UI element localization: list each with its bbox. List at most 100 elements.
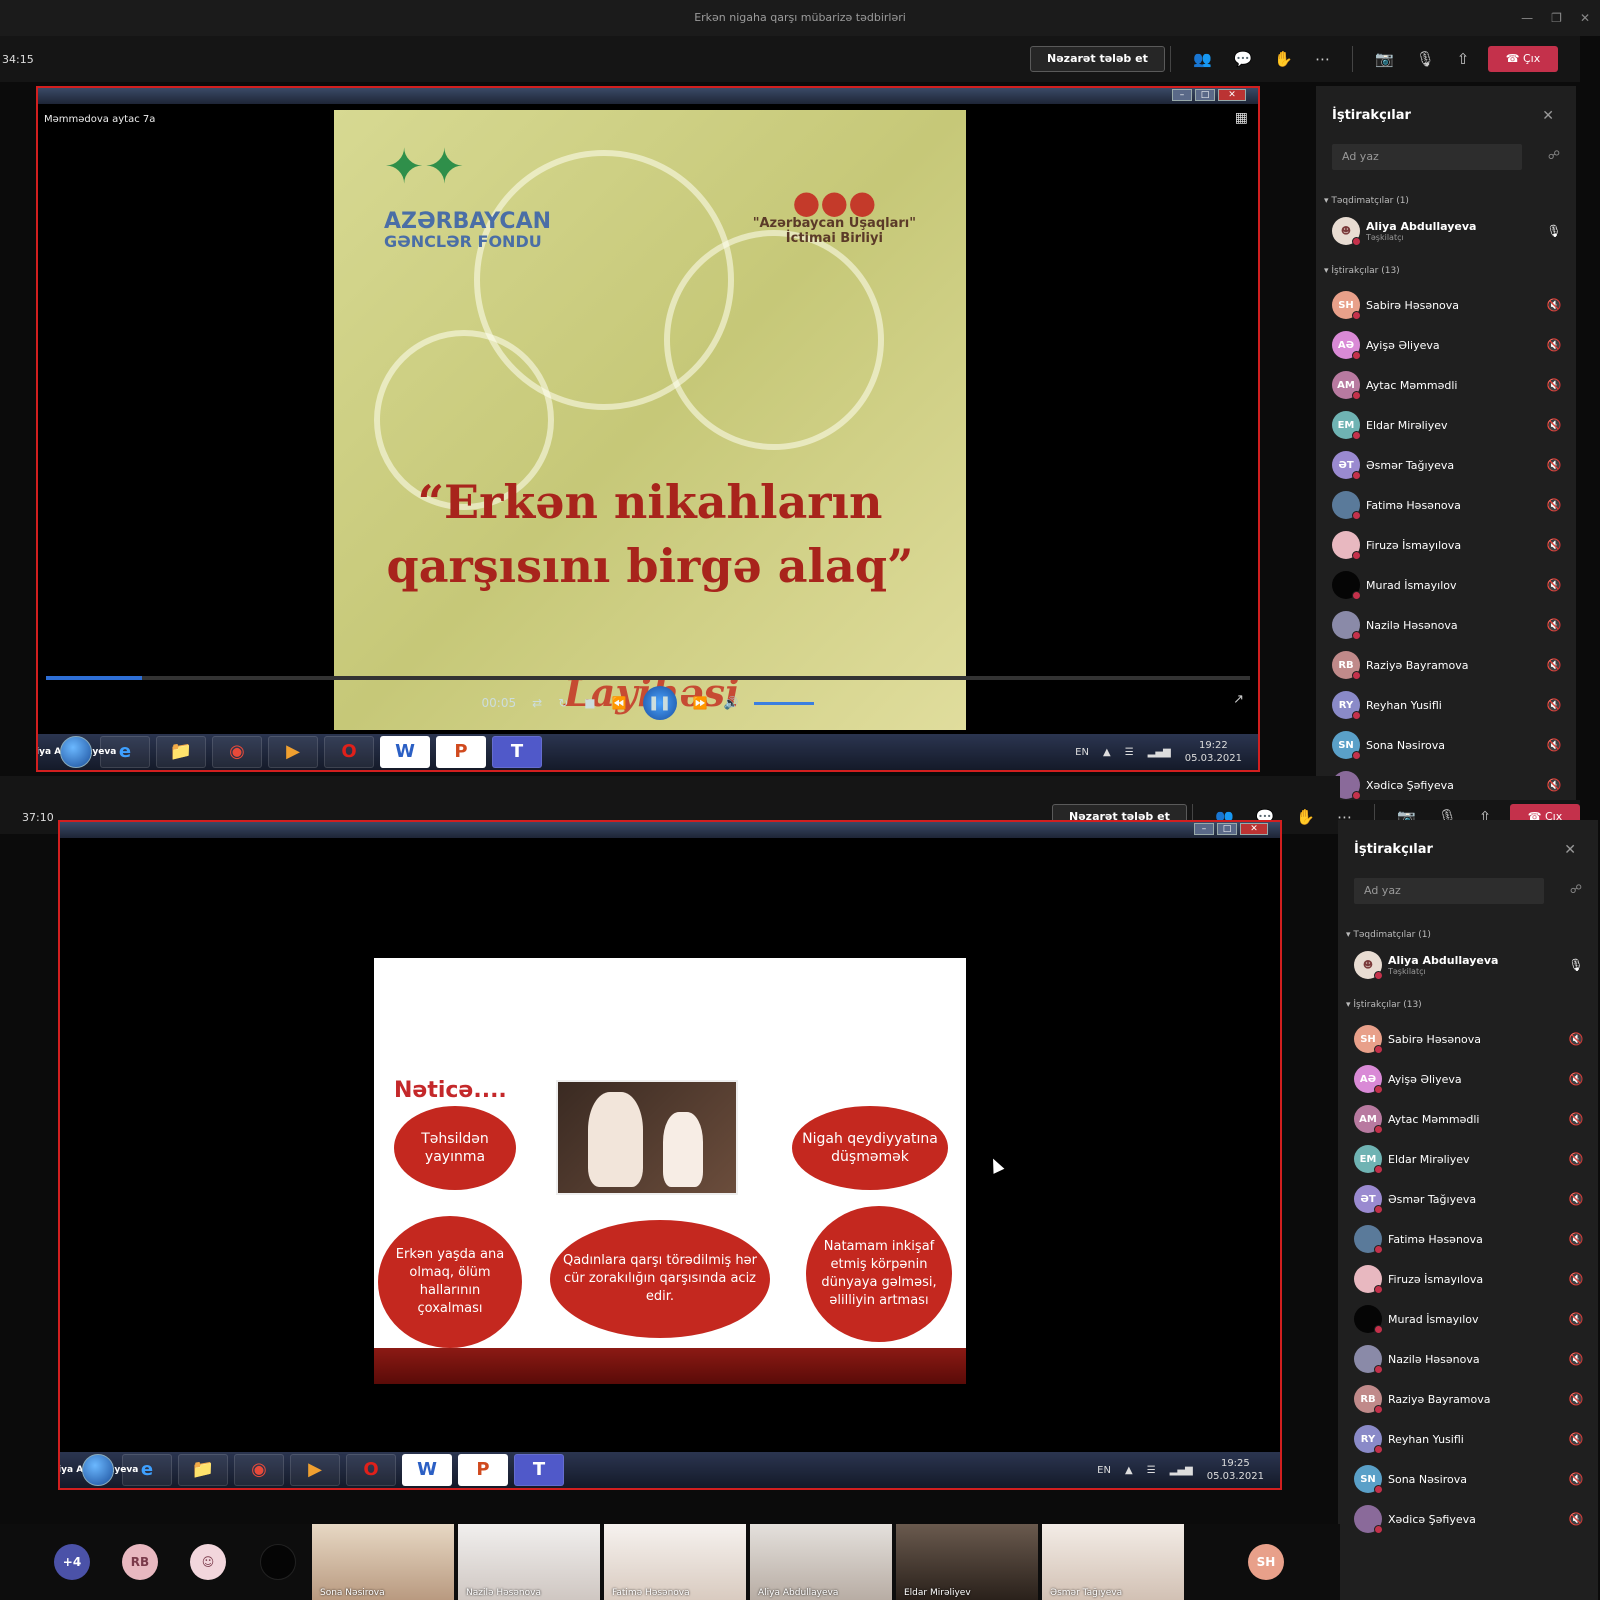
forward-icon[interactable]: ⏩ [693,696,708,710]
system-clock[interactable]: 19:25 05.03.2021 [1207,1457,1264,1483]
fullscreen-icon[interactable]: ▦ [1235,110,1248,126]
video-tile[interactable]: Sona Nəsirova [312,1524,454,1600]
participant-row[interactable]: Nazilə Həsənova 🔇 [1354,1344,1584,1374]
participant-row[interactable]: AƏ Ayişə Əliyeva 🔇 [1332,330,1562,360]
search-input[interactable]: Ad yaz [1332,144,1522,170]
attendees-header[interactable]: ▾ İştirakçılar (13) [1324,266,1400,276]
participant-row[interactable]: Fatimə Həsənova 🔇 [1354,1224,1584,1254]
participant-row[interactable]: Murad İsmayılov 🔇 [1354,1304,1584,1334]
opera-icon[interactable]: O [324,736,374,768]
media-player-icon[interactable]: ▶ [290,1454,340,1486]
pause-button[interactable]: ❚❚ [642,686,677,720]
system-clock[interactable]: 19:22 05.03.2021 [1185,739,1242,765]
participant-row[interactable]: EM Eldar Mirəliyev 🔇 [1332,410,1562,440]
video-tile[interactable]: Aliya Abdullayeva [750,1524,892,1600]
minimize-icon[interactable]: — [1521,0,1533,36]
request-control-button[interactable]: Nəzarət tələb et [1030,46,1165,72]
participant-row[interactable]: SH Sabirə Həsənova 🔇 [1332,290,1562,320]
participant-row[interactable]: EM Eldar Mirəliyev 🔇 [1354,1144,1584,1174]
participant-row[interactable]: ☻ Aliya Abdullayeva Təşkilatçı 🎙 [1332,216,1562,246]
video-tile[interactable]: Nazilə Həsənova [458,1524,600,1600]
participant-row[interactable]: AM Aytac Məmmədli 🔇 [1332,370,1562,400]
ie-icon[interactable]: e [100,736,150,768]
more-icon[interactable]: ⋯ [1315,50,1330,68]
participant-row[interactable]: SN Sona Nəsirova 🔇 [1332,730,1562,760]
participant-row[interactable]: SN Sona Nəsirova 🔇 [1354,1464,1584,1494]
participant-row[interactable]: Nazilə Həsənova 🔇 [1332,610,1562,640]
share-icon[interactable]: ⇧ [1457,50,1470,68]
close-icon[interactable]: ✕ [1542,108,1554,124]
share-link-icon[interactable]: ☍ [1570,882,1582,896]
attendees-header[interactable]: ▾ İştirakçılar (13) [1346,1000,1422,1010]
camera-off-icon[interactable]: 📷 [1375,50,1394,68]
share-link-icon[interactable]: ☍ [1548,148,1560,162]
participant-row[interactable]: RY Reyhan Yusifli 🔇 [1332,690,1562,720]
language-indicator[interactable]: EN [1075,747,1089,758]
repeat-icon[interactable]: ↻ [558,696,568,710]
word-icon[interactable]: W [380,736,430,768]
participant-row[interactable]: Fatimə Həsənova 🔇 [1332,490,1562,520]
explorer-icon[interactable]: 📁 [178,1454,228,1486]
tray-arrow-icon[interactable]: ▲ [1125,1465,1133,1476]
avatar[interactable]: RB [122,1544,158,1580]
chat-icon[interactable]: 💬 [1234,50,1253,68]
opera-icon[interactable]: O [346,1454,396,1486]
avatar[interactable]: ☺ [190,1544,226,1580]
signal-icon[interactable]: ▂▄▆ [1148,747,1171,758]
close-icon[interactable]: ✕ [1564,842,1576,858]
participant-row[interactable]: Firuzə İsmayılova 🔇 [1354,1264,1584,1294]
expand-icon[interactable]: ↗ [1233,692,1244,707]
video-seek-bar[interactable] [46,676,1250,680]
participant-row[interactable]: AƏ Ayişə Əliyeva 🔇 [1354,1064,1584,1094]
participant-row[interactable]: Xədicə Şəfiyeva 🔇 [1332,770,1562,800]
explorer-icon[interactable]: 📁 [156,736,206,768]
participant-row[interactable]: RB Raziyə Bayramova 🔇 [1332,650,1562,680]
participant-row[interactable]: RB Raziyə Bayramova 🔇 [1354,1384,1584,1414]
word-icon[interactable]: W [402,1454,452,1486]
network-icon[interactable]: ☰ [1125,747,1134,758]
restore-icon[interactable]: ❐ [1551,0,1562,36]
participant-row[interactable]: ☻ Aliya Abdullayeva Təşkilatçı 🎙 [1354,950,1584,980]
presenters-header[interactable]: ▾ Təqdimatçılar (1) [1324,196,1409,206]
signal-icon[interactable]: ▂▄▆ [1170,1465,1193,1476]
participant-row[interactable]: AM Aytac Məmmədli 🔇 [1354,1104,1584,1134]
ie-icon[interactable]: e [122,1454,172,1486]
participant-row[interactable]: RY Reyhan Yusifli 🔇 [1354,1424,1584,1454]
volume-slider[interactable] [754,701,815,705]
teams-icon[interactable]: T [514,1454,564,1486]
network-icon[interactable]: ☰ [1147,1465,1156,1476]
video-tile[interactable]: Fatimə Həsənova [604,1524,746,1600]
more-participants-badge[interactable]: +4 [54,1544,90,1580]
participant-row[interactable]: Xədicə Şəfiyeva 🔇 [1354,1504,1584,1534]
video-tile[interactable]: Eldar Mirəliyev [896,1524,1038,1600]
chrome-icon[interactable]: ◉ [212,736,262,768]
presenters-header[interactable]: ▾ Təqdimatçılar (1) [1346,930,1431,940]
language-indicator[interactable]: EN [1097,1465,1111,1476]
leave-button[interactable]: ☎ Çıx [1488,46,1558,72]
chrome-icon[interactable]: ◉ [234,1454,284,1486]
participant-row[interactable]: ƏT Əsmər Tağıyeva 🔇 [1354,1184,1584,1214]
participant-row[interactable]: Murad İsmayılov 🔇 [1332,570,1562,600]
reactions-icon[interactable]: ✋ [1296,808,1315,826]
tray-arrow-icon[interactable]: ▲ [1103,747,1111,758]
search-input[interactable]: Ad yaz [1354,878,1544,904]
rewind-icon[interactable]: ⏪ [612,696,627,710]
powerpoint-icon[interactable]: P [436,736,486,768]
participant-row[interactable]: Firuzə İsmayılova 🔇 [1332,530,1562,560]
powerpoint-icon[interactable]: P [458,1454,508,1486]
start-button[interactable] [82,1454,114,1486]
shuffle-icon[interactable]: ⇄ [532,696,542,710]
teams-icon[interactable]: T [492,736,542,768]
participants-icon[interactable]: 👥 [1193,50,1212,68]
close-icon[interactable]: ✕ [1580,0,1590,36]
avatar[interactable]: SH [1248,1544,1284,1580]
participant-row[interactable]: SH Sabirə Həsənova 🔇 [1354,1024,1584,1054]
stop-icon[interactable]: ■ [584,696,595,710]
volume-icon[interactable]: 🔊 [724,696,739,710]
participant-row[interactable]: ƏT Əsmər Tağıyeva 🔇 [1332,450,1562,480]
mic-off-icon[interactable]: 🎙 [1416,50,1435,68]
avatar[interactable] [260,1544,296,1580]
video-tile[interactable]: Əsmər Tağıyeva [1042,1524,1184,1600]
start-button[interactable] [60,736,92,768]
reactions-icon[interactable]: ✋ [1274,50,1293,68]
